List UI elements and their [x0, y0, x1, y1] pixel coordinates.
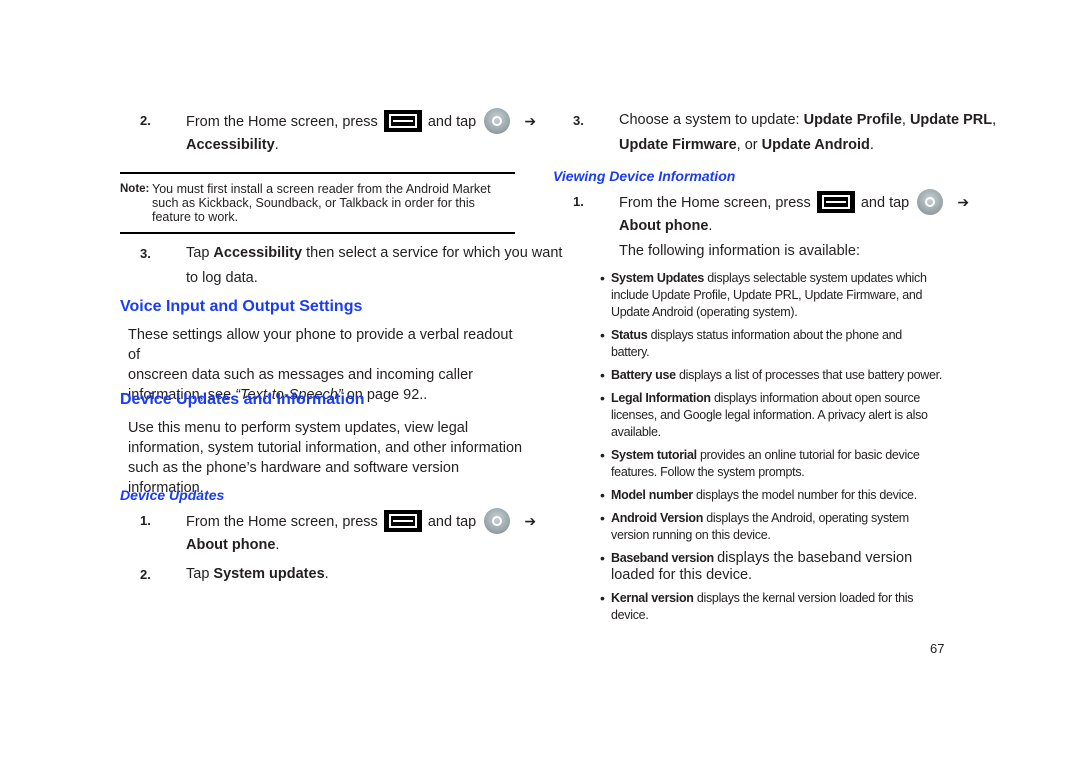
- heading-voice-input-output: Voice Input and Output Settings: [120, 298, 363, 315]
- settings-icon: [484, 508, 511, 534]
- du-step-2-system-updates: 2. Tap System updates.: [140, 566, 329, 582]
- note-label: Note:: [120, 183, 150, 195]
- heading-device-updates-information: Device Updates and Information: [120, 391, 365, 408]
- menu-key-icon: [383, 510, 422, 532]
- menu-key-icon: [383, 110, 422, 132]
- vd-step-1-about-phone: 1. From the Home screen, press and tap ➔…: [573, 189, 969, 239]
- arrow-icon: ➔: [524, 113, 537, 129]
- list-item: Baseband version displays the baseband v…: [600, 550, 943, 584]
- device-paragraph: Use this menu to perform system updates,…: [128, 420, 523, 496]
- note-text: You must first install a screen reader f…: [152, 182, 491, 224]
- list-item: Legal Information displays information a…: [600, 390, 943, 441]
- page-number: 67: [930, 641, 945, 656]
- settings-icon: [484, 108, 511, 134]
- menu-key-icon: [816, 191, 855, 213]
- list-item: Battery use displays a list of processes…: [600, 367, 943, 384]
- step-3-select-service: 3. Tap Accessibility then select a servi…: [140, 245, 563, 286]
- step-2-open-accessibility: 2. From the Home screen, press and tap ➔…: [140, 108, 536, 158]
- subheading-viewing-device-information: Viewing Device Information: [553, 168, 736, 184]
- note-box: Note: You must first install a screen re…: [120, 172, 515, 234]
- list-item: Model number displays the model number f…: [600, 487, 943, 504]
- list-item: System Updates displays selectable syste…: [600, 270, 943, 321]
- list-item: Android Version displays the Android, op…: [600, 510, 943, 544]
- list-item: Status displays status information about…: [600, 327, 943, 361]
- device-info-list: System Updates displays selectable syste…: [600, 270, 943, 630]
- arrow-icon: ➔: [524, 513, 537, 529]
- step-3-choose-system: 3. Choose a system to update: Update Pro…: [573, 112, 997, 153]
- following-info-text: The following information is available:: [619, 243, 860, 259]
- list-item: System tutorial provides an online tutor…: [600, 447, 943, 481]
- arrow-icon: ➔: [957, 194, 970, 210]
- du-step-1-about-phone: 1. From the Home screen, press and tap ➔…: [140, 508, 536, 558]
- subheading-device-updates: Device Updates: [120, 487, 225, 503]
- step-number: 2.: [140, 113, 151, 128]
- list-item: Kernal version displays the kernal versi…: [600, 590, 943, 624]
- settings-icon: [917, 189, 944, 215]
